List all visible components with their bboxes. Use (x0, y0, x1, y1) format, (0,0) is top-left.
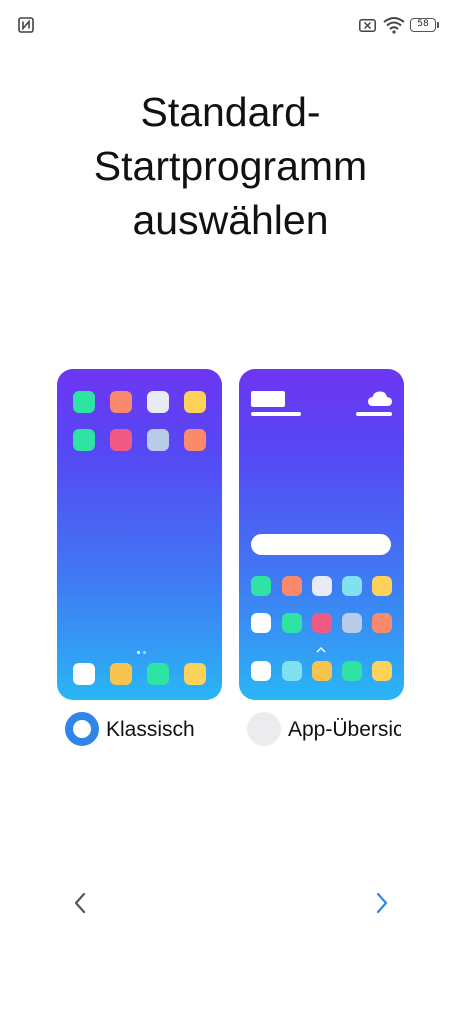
date-widget (251, 412, 301, 416)
app-drawer-launcher-preview[interactable] (239, 369, 404, 700)
drawer-arrow-icon (316, 647, 326, 653)
classic-launcher-preview[interactable] (57, 369, 222, 700)
wifi-icon (383, 17, 405, 34)
chevron-right-icon[interactable] (366, 888, 396, 918)
dock-app-icon (184, 663, 206, 685)
app-icon (372, 613, 392, 633)
weather-widget-line (356, 412, 392, 416)
app-drawer-option-label[interactable]: App-Übersicht (288, 717, 401, 743)
status-bar: 58 (0, 0, 461, 52)
app-drawer-radio-button[interactable] (247, 712, 281, 746)
search-bar (251, 534, 391, 555)
app-icon (372, 576, 392, 596)
battery-icon: 58 (410, 18, 436, 32)
title-line-3: auswählen (132, 197, 329, 243)
chevron-left-icon[interactable] (66, 888, 96, 918)
app-icon (312, 576, 332, 596)
app-icon (73, 429, 95, 451)
app-icon (282, 613, 302, 633)
clock-widget (251, 391, 285, 407)
page-title: Standard- Startprogramm auswählen (20, 85, 441, 247)
classic-radio-button[interactable] (65, 712, 99, 746)
page-indicator-dot (143, 651, 146, 654)
weather-cloud-icon (368, 391, 392, 406)
app-icon (342, 613, 362, 633)
app-icon (147, 429, 169, 451)
dock-app-icon (73, 663, 95, 685)
title-line-1: Standard- (140, 89, 321, 135)
app-icon (110, 391, 132, 413)
battery-tip (437, 22, 439, 28)
classic-option-label[interactable]: Klassisch (106, 717, 216, 743)
app-icon (312, 613, 332, 633)
dock-app-icon (110, 663, 132, 685)
app-icon (251, 576, 271, 596)
dock-app-icon (147, 663, 169, 685)
dock-app-icon (312, 661, 332, 681)
app-icon (184, 391, 206, 413)
page-indicator-dot (137, 651, 140, 654)
app-icon (110, 429, 132, 451)
dock-app-icon (372, 661, 392, 681)
app-icon (282, 576, 302, 596)
dock-app-icon (342, 661, 362, 681)
title-line-2: Startprogramm (93, 143, 368, 189)
app-icon (184, 429, 206, 451)
app-icon (73, 391, 95, 413)
app-icon (147, 391, 169, 413)
app-icon (251, 613, 271, 633)
nfc-icon (18, 17, 34, 33)
sim-x-icon (359, 19, 376, 32)
dock-app-icon (282, 661, 302, 681)
dock-app-icon (251, 661, 271, 681)
app-icon (342, 576, 362, 596)
